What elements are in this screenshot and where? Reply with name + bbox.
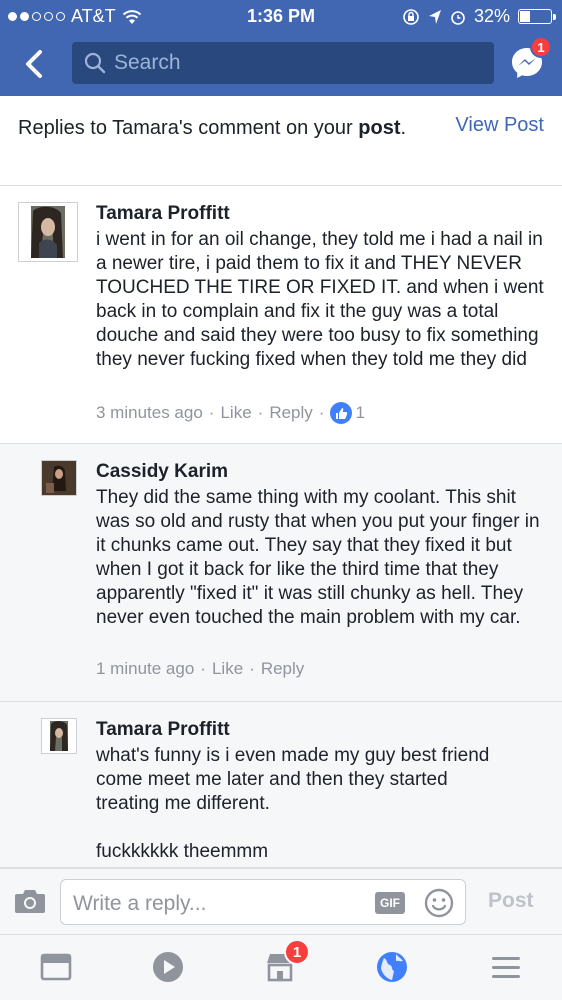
reply-placeholder: Write a reply... [73,892,207,915]
location-icon [428,9,441,24]
profile-photo [42,461,76,495]
title-prefix: Replies to Tamara's comment on your [18,117,353,139]
menu-hamburger-icon[interactable] [488,949,524,985]
profile-photo [31,206,65,258]
battery-icon [518,9,556,24]
like-link[interactable]: Like [220,403,251,423]
comment-text: They did the same thing with my coolant.… [96,487,540,628]
profile-photo [50,721,68,751]
messenger-button[interactable]: 1 [508,36,552,82]
reply-input[interactable]: Write a reply... GIF [60,879,466,925]
marketplace-badge: 1 [284,939,310,965]
reply-link[interactable]: Reply [269,403,312,423]
comment-time: 3 minutes ago [96,403,203,422]
search-input[interactable]: Search [72,42,494,84]
status-icons: 32% [402,6,556,27]
comment-time: 1 minute ago [96,659,195,678]
view-post-link[interactable]: View Post [455,114,544,137]
post-button[interactable]: Post [488,889,534,913]
avatar[interactable] [18,202,78,262]
like-count[interactable]: 1 [355,403,364,423]
nav-bar: Search 1 [0,32,562,96]
comment: Tamara Proffitt i went in for an oil cha… [0,186,562,444]
status-bar: AT&T 1:36 PM 32% [0,0,562,32]
comment-meta: 1 minute ago · Like · Reply [96,659,305,679]
back-chevron-icon[interactable] [18,46,52,82]
messenger-badge: 1 [530,36,552,58]
avatar[interactable] [41,460,77,496]
globe-notifications-icon[interactable] [374,949,410,985]
search-placeholder: Search [114,51,181,74]
comment-text-continued: fuckkkkkk theemmm [96,841,269,862]
comment-author[interactable]: Tamara Proffitt [96,203,230,225]
like-link[interactable]: Like [212,659,243,679]
video-play-icon[interactable] [150,949,186,985]
camera-icon[interactable] [14,887,46,915]
comment-author[interactable]: Tamara Proffitt [96,719,230,741]
avatar[interactable] [41,718,77,754]
comment-text: what's funny is i even made my guy best … [96,745,490,814]
comment-meta: 3 minutes ago · Like · Reply · 1 [96,402,365,424]
comment-author[interactable]: Cassidy Karim [96,461,228,483]
replies-header: Replies to Tamara's comment on your post… [0,96,562,186]
tab-bar: 1 [0,934,562,1000]
gif-button[interactable]: GIF [375,892,405,914]
marketplace-tab[interactable]: 1 [262,939,310,985]
rotation-lock-icon [403,8,419,25]
comment: Tamara Proffitt what's funny is i even m… [0,702,562,868]
alarm-icon [451,10,465,25]
sticker-smiley-icon[interactable] [423,887,455,919]
reply-composer: Write a reply... GIF Post [0,868,562,934]
page-title: Replies to Tamara's comment on your post… [18,114,418,142]
battery-percent: 32% [473,6,510,26]
reply-link[interactable]: Reply [261,659,304,679]
comment-text: i went in for an oil change, they told m… [96,229,544,370]
news-feed-icon[interactable] [38,949,74,985]
comment: Cassidy Karim They did the same thing wi… [0,444,562,702]
title-suffix: . [400,117,407,139]
title-post-link[interactable]: post [358,117,400,139]
search-icon [84,52,106,74]
thumbs-up-icon [330,402,353,424]
